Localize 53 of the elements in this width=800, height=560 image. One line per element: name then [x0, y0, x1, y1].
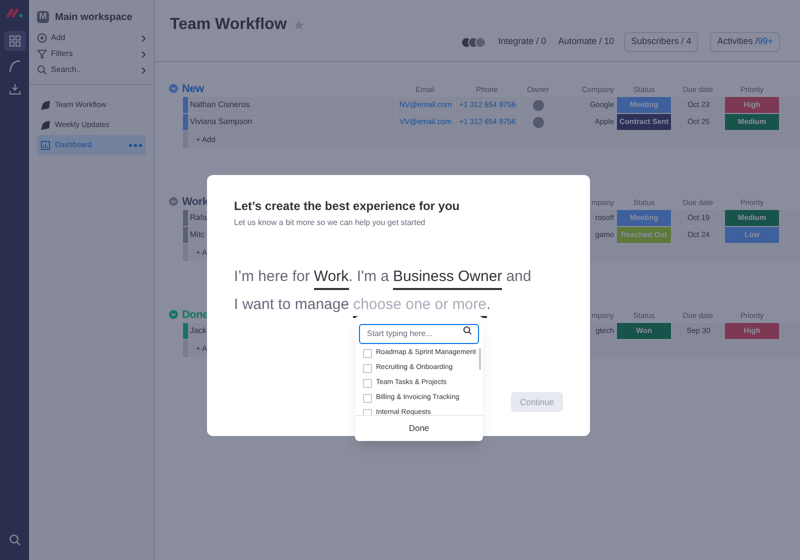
logo-icon[interactable]	[6, 8, 24, 18]
modal-subtitle: Let us know a bit more so we can help you get started	[234, 217, 426, 229]
filter-icon	[37, 49, 47, 59]
workspace-avatar: M	[37, 11, 49, 23]
scrollbar-thumb[interactable]	[479, 348, 481, 370]
dashboard-icon	[41, 140, 50, 150]
chevron-icon[interactable]	[141, 66, 146, 74]
automate-link[interactable]: Automate / 10	[558, 35, 614, 49]
choice-link[interactable]: Business Owner	[392, 266, 502, 290]
group-color-bar	[183, 323, 188, 339]
avatar[interactable]	[533, 116, 544, 128]
group-title[interactable]: New	[182, 80, 204, 97]
search-icon	[463, 326, 472, 335]
checkbox[interactable]	[363, 409, 372, 416]
more-icon[interactable]	[129, 144, 142, 146]
search-icon	[37, 65, 47, 75]
item-name[interactable]: Nathan Cisneros	[190, 99, 250, 111]
integrate-link[interactable]: Integrate / 0	[498, 35, 546, 49]
search-field[interactable]: Start typing here...	[359, 324, 479, 344]
board-icon	[41, 100, 50, 110]
item-name[interactable]: Rafa	[190, 212, 207, 224]
avatar[interactable]	[533, 100, 544, 110]
item-name[interactable]: Mitc	[190, 229, 205, 241]
arc-icon[interactable]	[8, 59, 22, 73]
board-view-icon[interactable]	[4, 31, 26, 51]
checkbox[interactable]	[363, 394, 372, 403]
collapse-icon[interactable]	[169, 310, 178, 320]
done-button[interactable]: Done	[355, 415, 483, 441]
workspace-name[interactable]: Main workspace	[55, 10, 132, 24]
star-icon[interactable]	[292, 19, 305, 31]
sidebar-action[interactable]: Search..	[51, 64, 137, 76]
group-title[interactable]: Work	[182, 194, 208, 210]
chevron-icon[interactable]	[141, 50, 146, 58]
activities-button[interactable]: Activities /99+	[710, 32, 780, 52]
choice-link[interactable]: Work	[314, 266, 349, 290]
modal-title: Let’s create the best experience for you	[234, 198, 461, 215]
item-name[interactable]: Viviana Sampson	[190, 116, 252, 128]
board-icon	[41, 120, 50, 130]
collapse-icon[interactable]	[169, 84, 178, 94]
checkbox[interactable]	[363, 379, 372, 388]
plus-circle-icon	[37, 33, 47, 43]
subscriber-avatars[interactable]	[461, 36, 486, 48]
item-name[interactable]: Jack	[190, 325, 206, 337]
search-icon[interactable]	[8, 534, 20, 546]
sidebar-action[interactable]: Filters	[51, 48, 137, 60]
checkbox[interactable]	[363, 364, 372, 373]
sidebar-action[interactable]: Add	[51, 32, 137, 44]
collapse-icon[interactable]	[169, 197, 178, 206]
subscribers-button[interactable]: Subscribers / 4	[624, 32, 698, 52]
checkbox[interactable]	[363, 349, 372, 358]
board-title: Team Workflow	[170, 15, 287, 35]
chevron-icon[interactable]	[141, 34, 146, 42]
download-icon[interactable]	[8, 83, 20, 95]
